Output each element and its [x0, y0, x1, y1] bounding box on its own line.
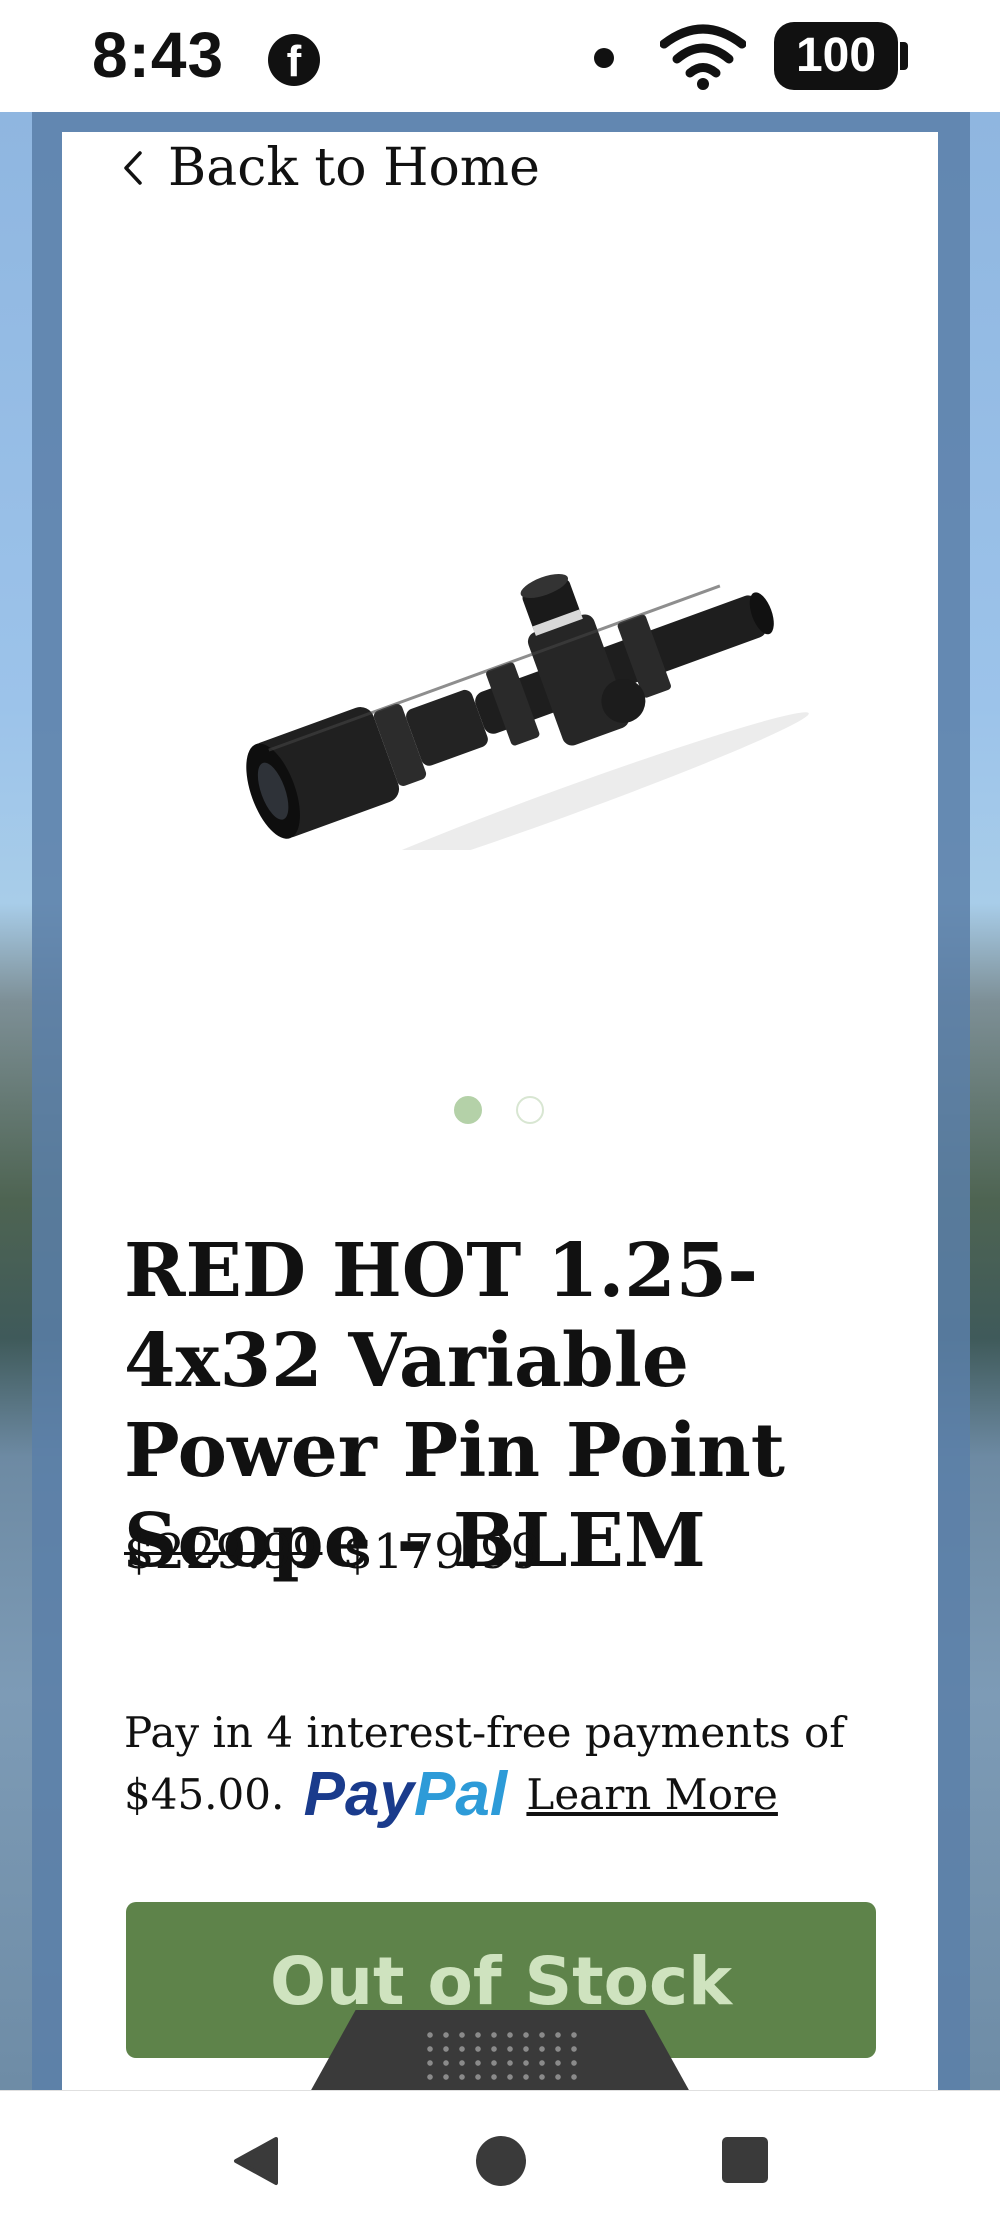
- system-nav-bar: [0, 2090, 1000, 2226]
- status-bar: 8:43 f 100: [0, 0, 1000, 112]
- carousel-dots: [454, 1096, 544, 1124]
- original-price: $229.99: [124, 1524, 323, 1580]
- home-circle-icon[interactable]: [476, 2136, 526, 2186]
- back-to-home-link[interactable]: Back to Home: [122, 138, 540, 198]
- back-link-label: Back to Home: [168, 138, 540, 198]
- paypal-installments: Pay in 4 interest-free payments of $45.0…: [124, 1702, 904, 1826]
- battery-icon: 100: [774, 22, 910, 90]
- back-triangle-icon[interactable]: [232, 2135, 278, 2187]
- status-time: 8:43: [92, 19, 225, 91]
- carousel-dot-2[interactable]: [516, 1096, 544, 1124]
- chevron-left-icon: [124, 151, 142, 185]
- paypal-logo: PayPal: [303, 1760, 508, 1829]
- wifi-icon: [660, 24, 746, 90]
- battery-level: 100: [774, 22, 898, 90]
- facebook-icon: f: [268, 34, 320, 86]
- carousel-dot-1[interactable]: [454, 1096, 482, 1124]
- sale-price: $179.99: [342, 1524, 542, 1580]
- price-row: $229.99 $179.99: [124, 1524, 541, 1580]
- notification-dot-icon: [594, 48, 614, 68]
- product-image[interactable]: [220, 510, 820, 850]
- grip-dots-icon: [422, 2028, 578, 2084]
- keyboard-handle[interactable]: [310, 2010, 690, 2092]
- recents-square-icon[interactable]: [722, 2137, 768, 2183]
- learn-more-link[interactable]: Learn More: [526, 1770, 778, 1819]
